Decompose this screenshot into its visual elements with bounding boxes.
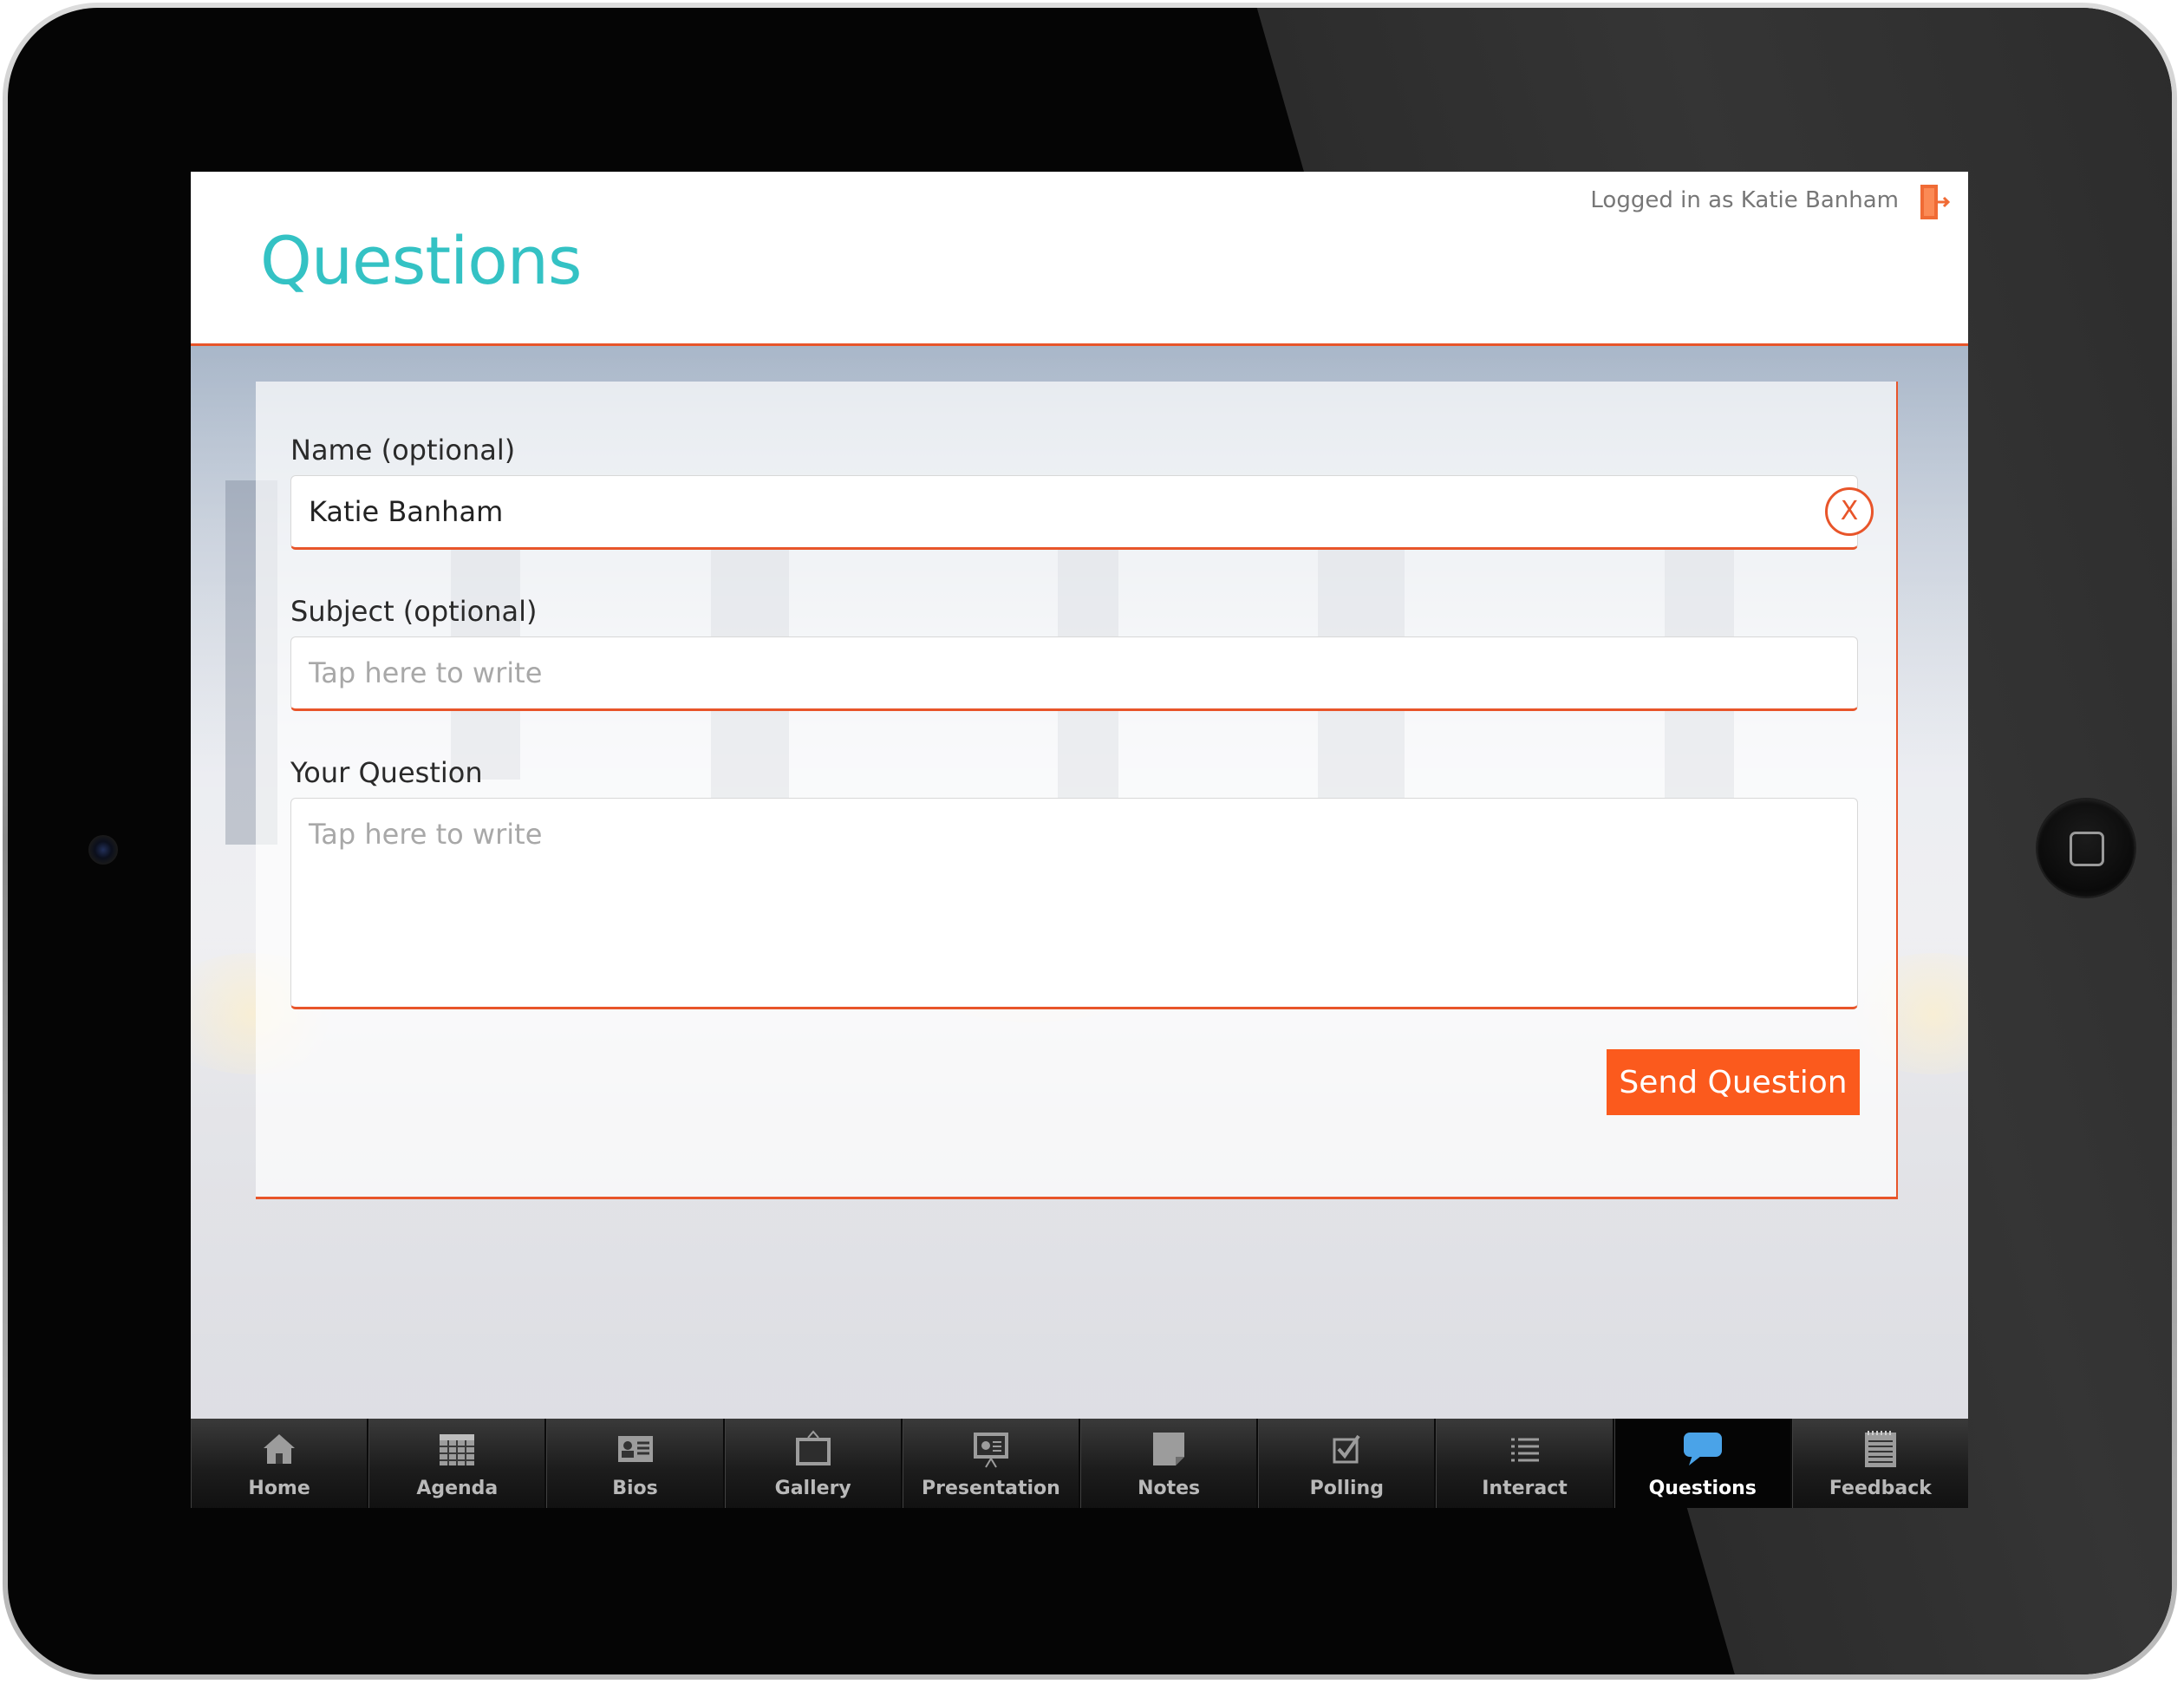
presentation-board-icon bbox=[973, 1433, 1008, 1468]
picture-frame-icon bbox=[795, 1430, 831, 1465]
page-title: Questions bbox=[260, 222, 583, 299]
tab-polling[interactable]: Polling bbox=[1258, 1419, 1437, 1508]
tab-interact[interactable]: Interact bbox=[1436, 1419, 1614, 1508]
tab-label: Questions bbox=[1648, 1478, 1757, 1499]
tab-questions[interactable]: Questions bbox=[1614, 1419, 1792, 1508]
notepad-icon bbox=[1864, 1431, 1896, 1467]
checkbox-icon bbox=[1333, 1434, 1360, 1464]
logout-door-icon[interactable] bbox=[1919, 183, 1950, 221]
tab-label: Polling bbox=[1309, 1478, 1384, 1499]
tab-label: Agenda bbox=[416, 1478, 499, 1499]
tab-gallery[interactable]: Gallery bbox=[724, 1419, 903, 1508]
question-textarea[interactable] bbox=[290, 798, 1858, 1009]
app-screen: Questions Logged in as Katie Banham Name… bbox=[191, 172, 1968, 1508]
tab-label: Bios bbox=[612, 1478, 658, 1499]
send-question-button[interactable]: Send Question bbox=[1607, 1049, 1860, 1115]
home-hardware-button[interactable] bbox=[2037, 800, 2135, 897]
subject-input[interactable] bbox=[290, 636, 1858, 711]
question-form-card: Name (optional) X Subject (optional) You… bbox=[256, 382, 1898, 1199]
tab-presentation[interactable]: Presentation bbox=[902, 1419, 1081, 1508]
tab-feedback[interactable]: Feedback bbox=[1791, 1419, 1968, 1508]
tab-label: Notes bbox=[1138, 1478, 1201, 1499]
tab-agenda[interactable]: Agenda bbox=[368, 1419, 547, 1508]
tab-notes[interactable]: Notes bbox=[1080, 1419, 1259, 1508]
id-card-icon bbox=[617, 1436, 653, 1462]
calendar-icon bbox=[440, 1434, 475, 1465]
tab-label: Gallery bbox=[774, 1478, 851, 1499]
list-icon bbox=[1510, 1438, 1539, 1462]
tab-home[interactable]: Home bbox=[191, 1419, 369, 1508]
question-label: Your Question bbox=[290, 756, 483, 789]
login-status: Logged in as Katie Banham bbox=[1590, 187, 1899, 213]
tab-label: Presentation bbox=[922, 1478, 1060, 1499]
name-label: Name (optional) bbox=[290, 434, 516, 467]
tab-bios[interactable]: Bios bbox=[546, 1419, 725, 1508]
name-input[interactable] bbox=[290, 475, 1858, 550]
note-icon bbox=[1153, 1433, 1185, 1465]
tab-label: Feedback bbox=[1829, 1478, 1932, 1499]
clear-name-button[interactable]: X bbox=[1825, 487, 1874, 536]
home-square-icon bbox=[2070, 832, 2104, 866]
subject-label: Subject (optional) bbox=[290, 595, 538, 628]
tab-label: Home bbox=[248, 1478, 310, 1499]
camera-icon bbox=[88, 835, 118, 865]
speech-bubble-icon bbox=[1683, 1433, 1722, 1465]
home-icon bbox=[264, 1434, 296, 1464]
bottom-tab-bar: Home Agenda Bios Gallery Presentation No… bbox=[191, 1419, 1968, 1508]
page-header: Questions Logged in as Katie Banham bbox=[191, 172, 1968, 346]
tab-label: Interact bbox=[1482, 1478, 1568, 1499]
